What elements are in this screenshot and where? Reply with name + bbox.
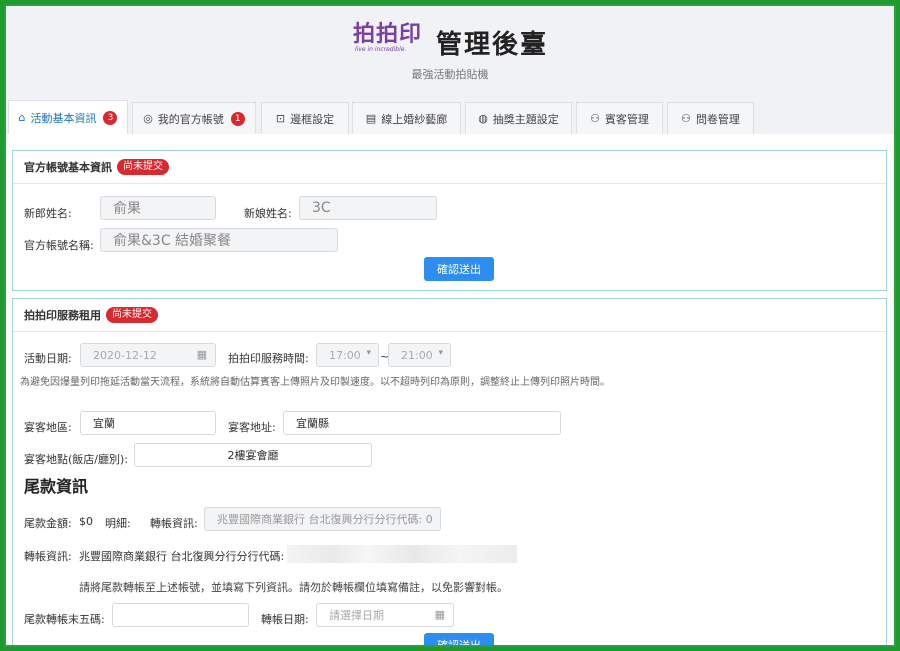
- brand-logo[interactable]: 拍拍印 live in incredible.: [353, 22, 429, 58]
- panel-title: 官方帳號基本資訊: [24, 161, 112, 174]
- transfer-date-picker[interactable]: 請選擇日期 ▦: [316, 603, 454, 627]
- tab-label: 抽獎主題設定: [492, 112, 559, 126]
- chevron-down-icon: ▾: [438, 348, 443, 358]
- tab-badge: 1: [230, 111, 245, 126]
- start-time-value: 17:00: [329, 348, 361, 362]
- bride-name-label: 新娘姓名:: [244, 207, 292, 220]
- transfer-date-placeholder: 請選擇日期: [329, 609, 384, 622]
- bride-name-field[interactable]: 3C: [299, 196, 437, 220]
- venue-region-field[interactable]: 宜蘭: [80, 411, 216, 435]
- venue-location-label: 宴客地點(飯店/廳別):: [24, 453, 128, 466]
- tab-label: 邊框設定: [290, 112, 335, 126]
- official-account-panel: 官方帳號基本資訊 尚未提交 新郎姓名: 俞果 新娘姓名: 3C 官方帳號名稱: …: [12, 150, 887, 291]
- redacted-account-number: [287, 545, 517, 563]
- venue-region-label: 宴客地區:: [24, 421, 72, 434]
- transfer-info-value: 兆豐國際商業銀行 台北復興分行分行代碼:: [79, 550, 285, 563]
- start-time-select[interactable]: 17:00 ▾: [316, 343, 379, 367]
- apple-icon: ◍: [478, 112, 488, 125]
- event-date-value: 2020-12-12: [93, 348, 157, 362]
- tab-badge: 3: [103, 110, 118, 125]
- transfer-field-label: 轉帳資訊:: [150, 517, 198, 530]
- submit-button[interactable]: 確認送出: [424, 257, 494, 281]
- app-window: 拍拍印 live in incredible. 管理後臺 最強活動拍貼機 ⌂ 活…: [4, 4, 896, 647]
- tab-bar: ⌂ 活動基本資訊 3 ◎ 我的官方帳號 1 ⊡ 邊框設定 ▤ 線上婚紗藝廊 ◍ …: [8, 98, 892, 134]
- event-date-label: 活動日期:: [24, 352, 72, 365]
- balance-section-title: 尾款資訊: [24, 477, 89, 496]
- last5-input[interactable]: [112, 603, 249, 627]
- home-icon: ⌂: [18, 111, 26, 124]
- tab-frame-settings[interactable]: ⊡ 邊框設定: [261, 102, 349, 134]
- account-name-label: 官方帳號名稱:: [24, 239, 94, 252]
- rental-panel: 拍拍印服務租用 尚未提交 活動日期: 2020-12-12 ▦ 拍拍印服務時間:…: [12, 298, 887, 645]
- transfer-date-label: 轉帳日期:: [261, 613, 309, 626]
- panel-header: 官方帳號基本資訊 尚未提交: [13, 151, 886, 184]
- users-icon: ⚇: [590, 112, 600, 125]
- service-time-label: 拍拍印服務時間:: [228, 352, 309, 365]
- print-time-note: 為避免因爆量列印拖延活動當天流程，系統將自動估算賓客上傳照片及印製速度。以不超時…: [20, 377, 610, 388]
- transfer-instruction: 請將尾款轉帳至上述帳號，並填寫下列資訊。請勿於轉帳欄位填寫備註，以免影響對帳。: [79, 581, 508, 594]
- status-badge: 尚未提交: [106, 307, 158, 323]
- account-name-field[interactable]: 俞果&3C 結婚聚餐: [100, 228, 338, 252]
- balance-detail-label: 明細:: [105, 517, 131, 530]
- balance-amount-value: $0: [79, 515, 93, 528]
- tab-online-gallery[interactable]: ▤ 線上婚紗藝廊: [352, 102, 461, 134]
- end-time-value: 21:00: [401, 348, 433, 362]
- frame-icon: ⊡: [275, 112, 286, 125]
- transfer-info-field[interactable]: 兆豐國際商業銀行 台北復興分行分行代碼: 0: [204, 507, 441, 531]
- balance-submit-button[interactable]: 確認送出: [424, 633, 494, 645]
- transfer-info-label: 轉帳資訊:: [24, 550, 72, 563]
- event-date-picker[interactable]: 2020-12-12 ▦: [80, 343, 216, 367]
- last5-label: 尾款轉帳末五碼:: [24, 613, 105, 626]
- venue-address-label: 宴客地址:: [228, 421, 276, 434]
- page-title: 管理後臺: [436, 30, 549, 60]
- groom-name-field[interactable]: 俞果: [100, 196, 216, 220]
- tab-label: 賓客管理: [604, 112, 649, 126]
- tab-lottery-theme[interactable]: ◍ 抽獎主題設定: [465, 102, 572, 134]
- venue-location-field[interactable]: 2樓宴會廳: [134, 443, 372, 467]
- status-badge: 尚未提交: [117, 159, 169, 175]
- calendar-icon: ▦: [196, 348, 207, 361]
- panel-title: 拍拍印服務租用: [24, 309, 101, 322]
- venue-address-field[interactable]: 宜蘭縣: [283, 411, 561, 435]
- end-time-select[interactable]: 21:00 ▾: [388, 343, 451, 367]
- tab-guest-management[interactable]: ⚇ 賓客管理: [576, 102, 663, 134]
- document-icon: ▤: [365, 112, 377, 125]
- groom-name-label: 新郎姓名:: [24, 207, 72, 220]
- page-subtitle: 最強活動拍貼機: [411, 68, 489, 81]
- tab-label: 我的官方帳號: [157, 112, 224, 126]
- tab-label: 線上婚紗藝廊: [381, 112, 448, 126]
- tab-label: 問卷管理: [695, 112, 740, 126]
- tab-label: 活動基本資訊: [30, 111, 97, 125]
- tab-survey-management[interactable]: ⚇ 問卷管理: [667, 102, 754, 134]
- tab-official-account[interactable]: ◎ 我的官方帳號 1: [132, 102, 256, 134]
- chevron-down-icon: ▾: [366, 348, 371, 358]
- tab-event-basic-info[interactable]: ⌂ 活動基本資訊 3: [8, 100, 128, 134]
- logo-text: 拍拍印: [353, 21, 423, 47]
- globe-icon: ◎: [143, 112, 153, 125]
- users-icon: ⚇: [681, 112, 691, 125]
- page-header: 拍拍印 live in incredible. 管理後臺 最強活動拍貼機 ⌂ 活…: [6, 6, 894, 134]
- logo-tagline: live in incredible.: [355, 46, 407, 53]
- panel-header: 拍拍印服務租用 尚未提交: [13, 299, 886, 332]
- calendar-icon: ▦: [434, 608, 445, 621]
- balance-amount-label: 尾款金額:: [24, 517, 72, 530]
